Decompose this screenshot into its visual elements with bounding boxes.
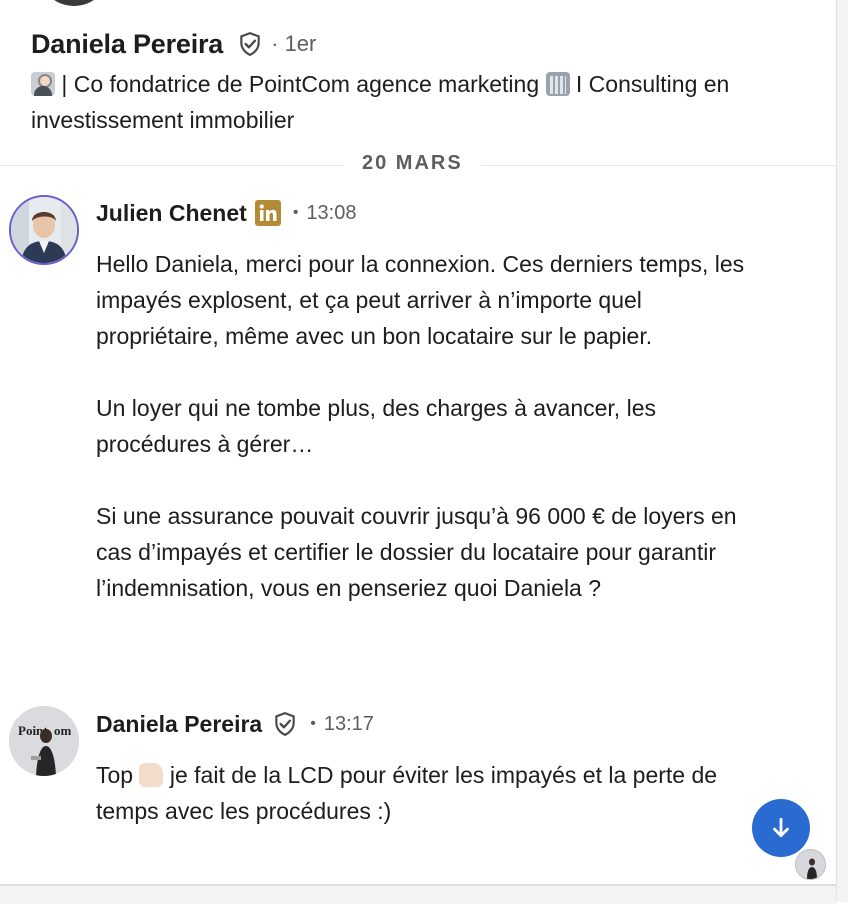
contact-headline: | Co fondatrice de PointCom agence marke…	[31, 66, 831, 138]
message-paragraph: Hello Daniela, merci pour la connexion. …	[96, 251, 745, 349]
avatar-julien-chenet[interactable]	[9, 195, 79, 265]
scroll-to-bottom-button[interactable]	[752, 799, 810, 857]
contact-name[interactable]: Daniela Pereira	[31, 29, 223, 60]
headline-part1: | Co fondatrice de PointCom agence marke…	[61, 71, 540, 97]
sender-name[interactable]: Daniela Pereira	[96, 711, 262, 738]
message-time: 13:08	[306, 201, 357, 224]
svg-text:om: om	[54, 723, 72, 738]
message-text-rest: je fait de la LCD pour éviter les impayé…	[96, 762, 718, 824]
office-building-emoji-icon	[545, 72, 570, 96]
message-paragraph: Un loyer qui ne tombe plus, des charges …	[96, 395, 656, 457]
message-header-daniela: Daniela Pereira • 13:17	[96, 709, 374, 739]
separator-dot: •	[310, 715, 316, 732]
date-separator: 20 MARS	[0, 152, 836, 178]
linkedin-icon	[254, 200, 281, 226]
message-paragraph: Top je fait de la LCD pour éviter les im…	[96, 757, 756, 829]
profile-avatar-partial	[38, 0, 110, 6]
composer-divider	[0, 884, 836, 904]
message-time: 13:17	[323, 712, 374, 735]
scrollbar-track[interactable]	[836, 0, 848, 902]
sender-name[interactable]: Julien Chenet	[96, 200, 247, 227]
connection-degree: · 1er	[271, 31, 317, 56]
conversation-header: Daniela Pereira · 1er	[31, 27, 831, 61]
separator-dot: •	[292, 204, 299, 221]
message-header-julien: Julien Chenet • 13:08	[96, 198, 356, 228]
thumbs-up-emoji-icon	[139, 763, 164, 787]
message-paragraph: Si une assurance pouvait couvrir jusqu’à…	[96, 503, 737, 601]
woman-technologist-emoji-icon	[31, 72, 55, 96]
verified-shield-icon	[272, 711, 298, 737]
message-body-julien: Hello Daniela, merci pour la connexion. …	[96, 246, 756, 606]
date-label: 20 MARS	[344, 152, 481, 175]
message-body-daniela: Top je fait de la LCD pour éviter les im…	[96, 757, 756, 829]
seen-receipt-avatar	[795, 849, 826, 880]
verified-shield-icon	[237, 31, 263, 57]
message-text-start: Top	[96, 762, 134, 788]
arrow-down-icon	[773, 817, 789, 837]
avatar-daniela-pereira[interactable]: Point om	[9, 706, 79, 776]
